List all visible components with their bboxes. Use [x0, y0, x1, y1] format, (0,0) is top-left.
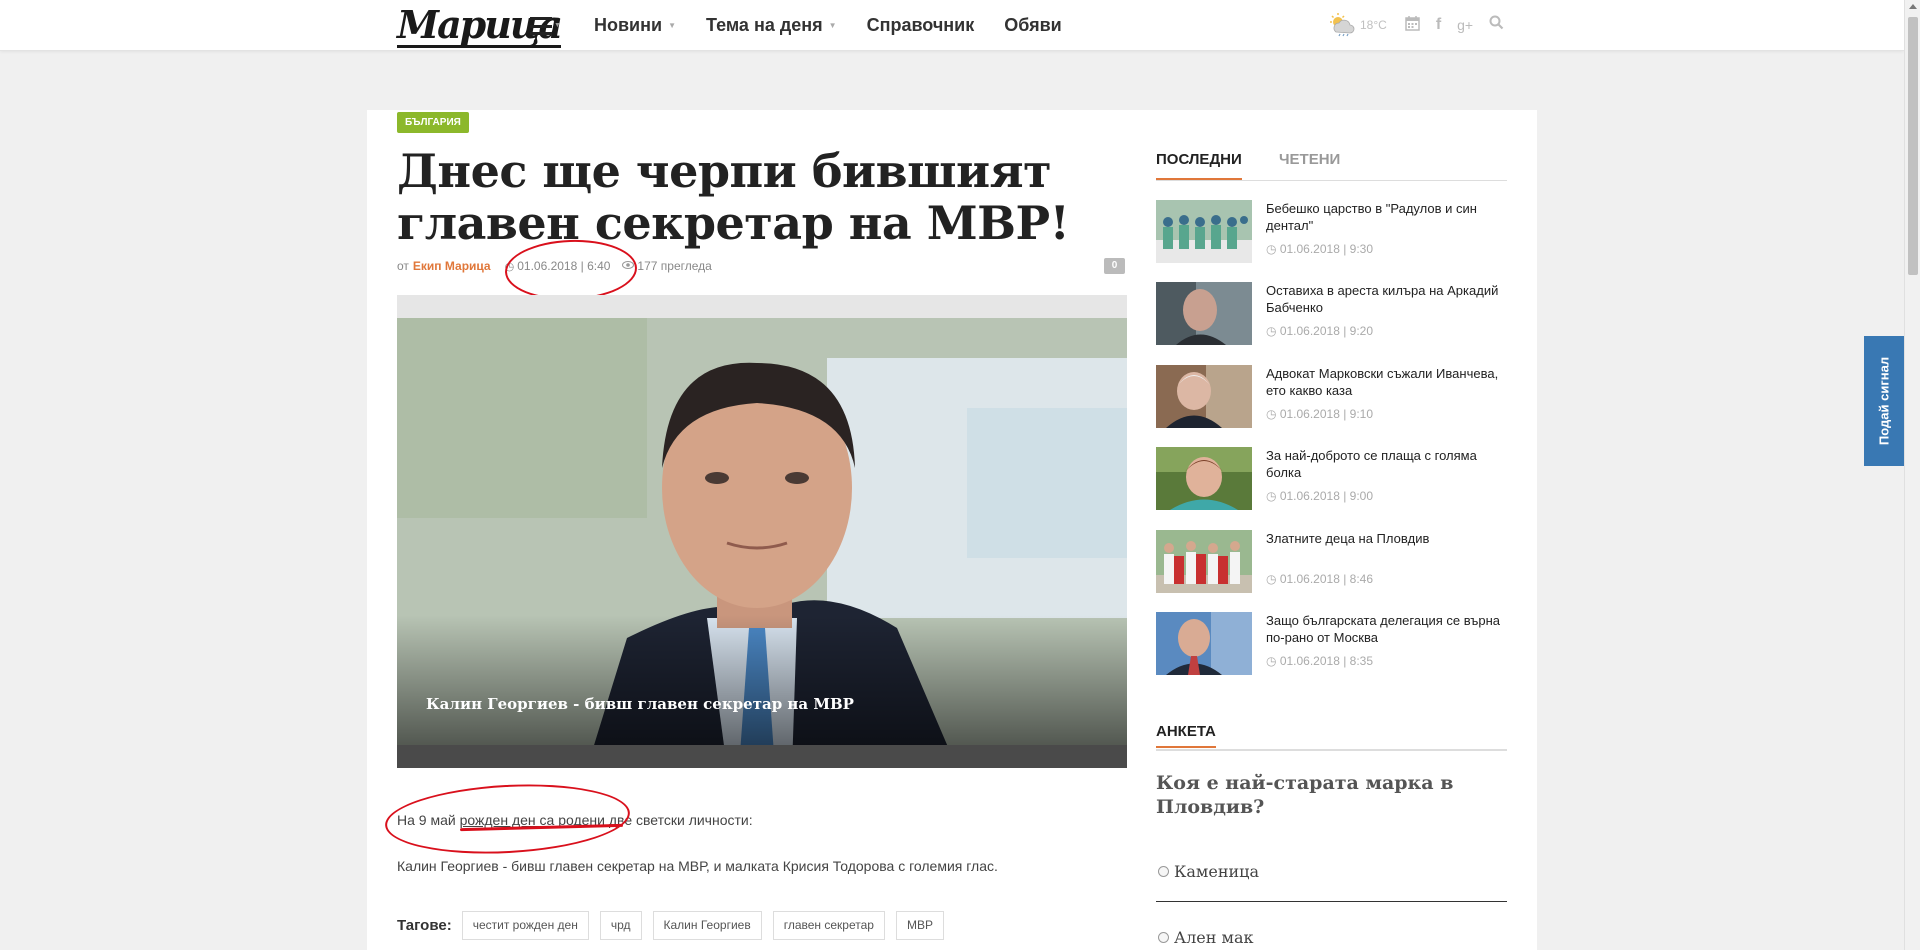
nav-label: Обяви — [1004, 15, 1062, 35]
view-count: 177 прегледа — [637, 259, 712, 273]
chevron-down-icon: ▼ — [668, 21, 676, 30]
news-thumbnail[interactable] — [1156, 447, 1252, 510]
news-title[interactable]: Адвокат Марковски съжали Иванчева, ето к… — [1266, 365, 1506, 399]
poll-divider — [1156, 901, 1507, 902]
news-list-item[interactable]: Адвокат Марковски съжали Иванчева, ето к… — [1156, 365, 1507, 429]
nav-item-topic-of-day[interactable]: Тема на деня ▼ — [706, 15, 837, 36]
article-image[interactable]: Калин Георгиев - бивш главен секретар на… — [397, 295, 1127, 768]
scroll-up-arrow-icon[interactable] — [1909, 4, 1917, 9]
caption-overlay — [397, 615, 1127, 745]
tag-link[interactable]: чрд — [599, 911, 642, 940]
google-plus-icon[interactable]: g+ — [1457, 17, 1473, 33]
author-link[interactable]: Екип Марица — [413, 259, 491, 273]
news-time: ◷ 01.06.2018 | 9:30 — [1266, 242, 1374, 256]
category-badge[interactable]: БЪЛГАРИЯ — [397, 112, 469, 133]
news-thumbnail[interactable] — [1156, 365, 1252, 428]
page-scrollbar[interactable] — [1904, 0, 1920, 950]
news-list-item[interactable]: За най-доброто се плаща с голяма болка ◷… — [1156, 447, 1507, 511]
nav-label: Новини — [594, 15, 663, 35]
tag-link[interactable]: главен секретар — [772, 911, 885, 940]
news-thumbnail[interactable] — [1156, 200, 1252, 263]
poll-option[interactable]: Ален мак — [1158, 928, 1253, 947]
news-time: ◷ 01.06.2018 | 9:20 — [1266, 324, 1374, 338]
poll-question: Коя е най-старата марка в Пловдив? — [1156, 772, 1454, 818]
news-time-text: 01.06.2018 | 9:10 — [1279, 407, 1374, 421]
report-signal-label: Подай сигнал — [1876, 356, 1892, 446]
poll-heading: АНКЕТА — [1156, 723, 1216, 748]
poll-option-label: Ален мак — [1174, 928, 1254, 947]
article-paragraph-2: Калин Георгиев - бивш главен секретар на… — [397, 858, 998, 874]
news-thumbnail[interactable] — [1156, 530, 1252, 593]
news-time: ◷ 01.06.2018 | 9:00 — [1266, 489, 1374, 503]
tab-most-read[interactable]: ЧЕТЕНИ — [1279, 150, 1340, 170]
tags-row: Тагове: честит рожден ден чрд Калин Геор… — [397, 911, 955, 940]
news-title[interactable]: Златните деца на Пловдив — [1266, 530, 1506, 547]
sidebar-tabs: ПОСЛЕДНИ ЧЕТЕНИ — [1156, 150, 1507, 181]
news-title[interactable]: За най-доброто се плаща с голяма болка — [1266, 447, 1506, 481]
news-time-text: 01.06.2018 | 9:20 — [1279, 324, 1374, 338]
news-title[interactable]: Оставиха в ареста килъра на Аркадий Бабч… — [1266, 282, 1506, 316]
tag-link[interactable]: МВР — [895, 911, 944, 940]
header-tools: 18°C f g+ — [1328, 12, 1520, 38]
news-list-item[interactable]: Бебешко царство в "Радулов и син дентал"… — [1156, 200, 1507, 264]
nav-item-news[interactable]: Новини ▼ — [594, 15, 676, 36]
news-list-item[interactable]: Защо българската делегация се върна по-р… — [1156, 612, 1507, 676]
scrollbar-thumb[interactable] — [1908, 17, 1918, 275]
nav-label: Справочник — [866, 15, 975, 35]
comment-count-badge[interactable]: 0 — [1104, 258, 1125, 274]
news-time-text: 01.06.2018 | 8:46 — [1279, 572, 1374, 586]
chevron-down-icon: ▼ — [828, 21, 837, 30]
news-time: ◷ 01.06.2018 | 9:10 — [1266, 407, 1374, 421]
news-list-item[interactable]: Оставиха в ареста килъра на Аркадий Бабч… — [1156, 282, 1507, 346]
news-title[interactable]: Бебешко царство в "Радулов и син дентал" — [1266, 200, 1506, 234]
news-title[interactable]: Защо българската делегация се върна по-р… — [1266, 612, 1506, 646]
radio-button[interactable] — [1158, 866, 1169, 877]
chevron-down-icon: ▼ — [554, 22, 561, 29]
photo-footer-bar — [397, 745, 1127, 768]
tab-latest[interactable]: ПОСЛЕДНИ — [1156, 150, 1242, 180]
nav-label: Тема на деня — [705, 15, 823, 35]
news-thumbnail[interactable] — [1156, 612, 1252, 675]
nav-item-directory[interactable]: Справочник — [867, 15, 975, 36]
news-time-text: 01.06.2018 | 9:30 — [1279, 242, 1374, 256]
author-prefix: от — [397, 259, 409, 273]
radio-button[interactable] — [1158, 932, 1169, 943]
news-list-item[interactable]: Златните деца на Пловдив ◷ 01.06.2018 | … — [1156, 530, 1507, 594]
temperature: 18°C — [1360, 18, 1387, 32]
nav-item-classifieds[interactable]: Обяви — [1004, 15, 1062, 36]
tag-link[interactable]: честит рожден ден — [461, 911, 589, 940]
news-time: ◷ 01.06.2018 | 8:46 — [1266, 572, 1374, 586]
news-time: ◷ 01.06.2018 | 8:35 — [1266, 654, 1374, 668]
news-thumbnail[interactable] — [1156, 282, 1252, 345]
article-title: Днес ще черпи бившият главен секретар на… — [397, 144, 1070, 250]
news-time-text: 01.06.2018 | 9:00 — [1279, 489, 1374, 503]
poll-header: АНКЕТА — [1156, 723, 1507, 751]
hamburger-menu-icon[interactable] — [530, 17, 552, 35]
tag-link[interactable]: Калин Георгиев — [652, 911, 762, 940]
calendar-icon[interactable] — [1405, 15, 1420, 36]
weather-icon — [1328, 13, 1356, 37]
poll-option-label: Каменица — [1174, 862, 1259, 881]
facebook-icon[interactable]: f — [1436, 16, 1441, 34]
site-header: Марица ▼ Новини ▼ Тема на деня ▼ Справочни… — [0, 0, 1904, 51]
search-icon[interactable] — [1489, 15, 1504, 35]
report-signal-button[interactable]: Подай сигнал — [1864, 336, 1904, 466]
image-caption: Калин Георгиев - бивш главен секретар на… — [426, 695, 854, 713]
poll-option[interactable]: Каменица — [1158, 862, 1259, 881]
tags-label: Тагове: — [397, 917, 452, 934]
main-nav: Новини ▼ Тема на деня ▼ Справочник Обяви — [594, 0, 1092, 51]
news-time-text: 01.06.2018 | 8:35 — [1279, 654, 1374, 668]
